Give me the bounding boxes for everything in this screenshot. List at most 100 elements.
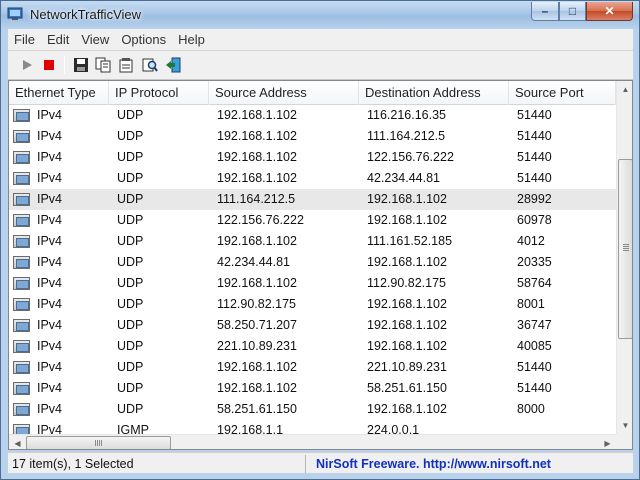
- cell-source-address: 221.10.89.231: [217, 339, 297, 353]
- network-adapter-icon: [13, 424, 30, 434]
- cell-ip-protocol: UDP: [117, 234, 144, 248]
- menu-view[interactable]: View: [75, 32, 115, 47]
- cell-source-port: 8001: [517, 297, 545, 311]
- properties-button[interactable]: [116, 55, 136, 75]
- scroll-down-arrow[interactable]: ▼: [617, 417, 632, 434]
- close-button[interactable]: ✕: [586, 2, 633, 21]
- stop-capture-button[interactable]: [39, 55, 59, 75]
- network-adapter-icon: [13, 109, 30, 122]
- menu-help[interactable]: Help: [172, 32, 211, 47]
- table-row[interactable]: IPv4 UDP 58.251.61.150 192.168.1.102 8000: [9, 399, 616, 420]
- cell-source-address: 192.168.1.102: [217, 171, 297, 185]
- cell-ethernet-type: IPv4: [37, 234, 63, 248]
- cell-ip-protocol: UDP: [117, 255, 144, 269]
- cell-ethernet-type: IPv4: [37, 297, 63, 311]
- table-row[interactable]: IPv4 UDP 221.10.89.231 192.168.1.102 40085: [9, 336, 616, 357]
- column-ip-protocol[interactable]: IP Protocol: [109, 81, 209, 105]
- title-bar[interactable]: NetworkTrafficView – □ ✕: [1, 1, 639, 28]
- table-row[interactable]: IPv4 UDP 111.164.212.5 192.168.1.102 28992: [9, 189, 616, 210]
- cell-ethernet-type: IPv4: [37, 255, 63, 269]
- exit-icon: [166, 57, 181, 73]
- nirsoft-link[interactable]: NirSoft Freeware. http://www.nirsoft.net: [308, 455, 628, 473]
- copy-button[interactable]: [93, 55, 113, 75]
- cell-destination-address: 192.168.1.102: [367, 255, 447, 269]
- column-source-address[interactable]: Source Address: [209, 81, 359, 105]
- table-row[interactable]: IPv4 UDP 42.234.44.81 192.168.1.102 20335: [9, 252, 616, 273]
- packet-list[interactable]: Ethernet Type IP Protocol Source Address…: [8, 80, 633, 450]
- network-adapter-icon: [13, 235, 30, 248]
- cell-destination-address: 192.168.1.102: [367, 339, 447, 353]
- properties-icon: [119, 58, 133, 73]
- table-row[interactable]: IPv4 UDP 192.168.1.102 111.161.52.185 4012: [9, 231, 616, 252]
- cell-ip-protocol: UDP: [117, 360, 144, 374]
- horizontal-scrollbar[interactable]: ◀ ▶: [9, 434, 616, 449]
- cell-source-port: 51440: [517, 360, 552, 374]
- cell-ethernet-type: IPv4: [37, 381, 63, 395]
- cell-ip-protocol: UDP: [117, 339, 144, 353]
- table-row[interactable]: IPv4 UDP 192.168.1.102 42.234.44.81 51440: [9, 168, 616, 189]
- cell-destination-address: 111.164.212.5: [367, 129, 446, 143]
- table-row[interactable]: IPv4 UDP 122.156.76.222 192.168.1.102 60978: [9, 210, 616, 231]
- cell-source-port: 8000: [517, 402, 545, 416]
- vertical-scrollbar[interactable]: ▲ ▼: [616, 81, 632, 434]
- cell-source-address: 192.168.1.1: [217, 423, 284, 434]
- column-ethernet-type[interactable]: Ethernet Type: [9, 81, 109, 105]
- exit-button[interactable]: [163, 55, 183, 75]
- app-window: NetworkTrafficView – □ ✕ File Edit View …: [0, 0, 640, 480]
- cell-source-address: 122.156.76.222: [217, 213, 304, 227]
- cell-ethernet-type: IPv4: [37, 276, 63, 290]
- toolbar-separator: [64, 56, 65, 74]
- cell-ethernet-type: IPv4: [37, 192, 63, 206]
- table-row[interactable]: IPv4 UDP 192.168.1.102 122.156.76.222 51440: [9, 147, 616, 168]
- scroll-up-arrow[interactable]: ▲: [617, 81, 632, 98]
- cell-ip-protocol: UDP: [117, 108, 144, 122]
- minimize-icon: –: [541, 4, 549, 18]
- table-row[interactable]: IPv4 UDP 192.168.1.102 221.10.89.231 51440: [9, 357, 616, 378]
- column-destination-address[interactable]: Destination Address: [359, 81, 509, 105]
- cell-source-port: 51440: [517, 171, 552, 185]
- cell-source-port: 36747: [517, 318, 552, 332]
- menu-file[interactable]: File: [8, 32, 41, 47]
- column-source-port[interactable]: Source Port: [509, 81, 616, 105]
- table-row[interactable]: IPv4 IGMP 192.168.1.1 224.0.0.1: [9, 420, 616, 434]
- scroll-left-arrow[interactable]: ◀: [9, 435, 26, 449]
- chevron-up-icon: ▲: [621, 85, 630, 94]
- find-button[interactable]: [140, 55, 160, 75]
- table-row[interactable]: IPv4 UDP 112.90.82.175 192.168.1.102 8001: [9, 294, 616, 315]
- cell-ethernet-type: IPv4: [37, 423, 63, 434]
- cell-ethernet-type: IPv4: [37, 150, 63, 164]
- scroll-right-arrow[interactable]: ▶: [599, 435, 616, 449]
- cell-ethernet-type: IPv4: [37, 360, 63, 374]
- vertical-scroll-thumb[interactable]: [618, 159, 632, 339]
- cell-source-port: 51440: [517, 129, 552, 143]
- copy-icon: [95, 57, 111, 73]
- table-row[interactable]: IPv4 UDP 192.168.1.102 58.251.61.150 51440: [9, 378, 616, 399]
- minimize-button[interactable]: –: [531, 2, 559, 21]
- network-adapter-icon: [13, 382, 30, 395]
- find-icon: [142, 58, 158, 72]
- cell-destination-address: 221.10.89.231: [367, 360, 447, 374]
- start-capture-button[interactable]: [17, 55, 37, 75]
- network-adapter-icon: [13, 193, 30, 206]
- table-row[interactable]: IPv4 UDP 192.168.1.102 112.90.82.175 58764: [9, 273, 616, 294]
- cell-source-address: 111.164.212.5: [217, 192, 296, 206]
- grip-icon: [95, 440, 102, 446]
- save-button[interactable]: [71, 55, 91, 75]
- menu-options[interactable]: Options: [115, 32, 172, 47]
- table-rows: IPv4 UDP 192.168.1.102 116.216.16.35 51440 IP…: [9, 105, 616, 434]
- cell-source-port: 28992: [517, 192, 552, 206]
- cell-destination-address: 112.90.82.175: [367, 276, 447, 290]
- network-adapter-icon: [13, 214, 30, 227]
- horizontal-scroll-thumb[interactable]: [26, 436, 171, 449]
- cell-source-address: 192.168.1.102: [217, 129, 297, 143]
- cell-destination-address: 58.251.61.150: [367, 381, 447, 395]
- maximize-button[interactable]: □: [559, 2, 586, 21]
- status-bar: 17 item(s), 1 Selected NirSoft Freeware.…: [8, 452, 633, 473]
- table-row[interactable]: IPv4 UDP 192.168.1.102 111.164.212.5 51440: [9, 126, 616, 147]
- table-row[interactable]: IPv4 UDP 192.168.1.102 116.216.16.35 51440: [9, 105, 616, 126]
- column-header: Ethernet Type IP Protocol Source Address…: [9, 81, 616, 105]
- cell-ethernet-type: IPv4: [37, 108, 63, 122]
- cell-source-port: 51440: [517, 108, 552, 122]
- table-row[interactable]: IPv4 UDP 58.250.71.207 192.168.1.102 36747: [9, 315, 616, 336]
- menu-edit[interactable]: Edit: [41, 32, 75, 47]
